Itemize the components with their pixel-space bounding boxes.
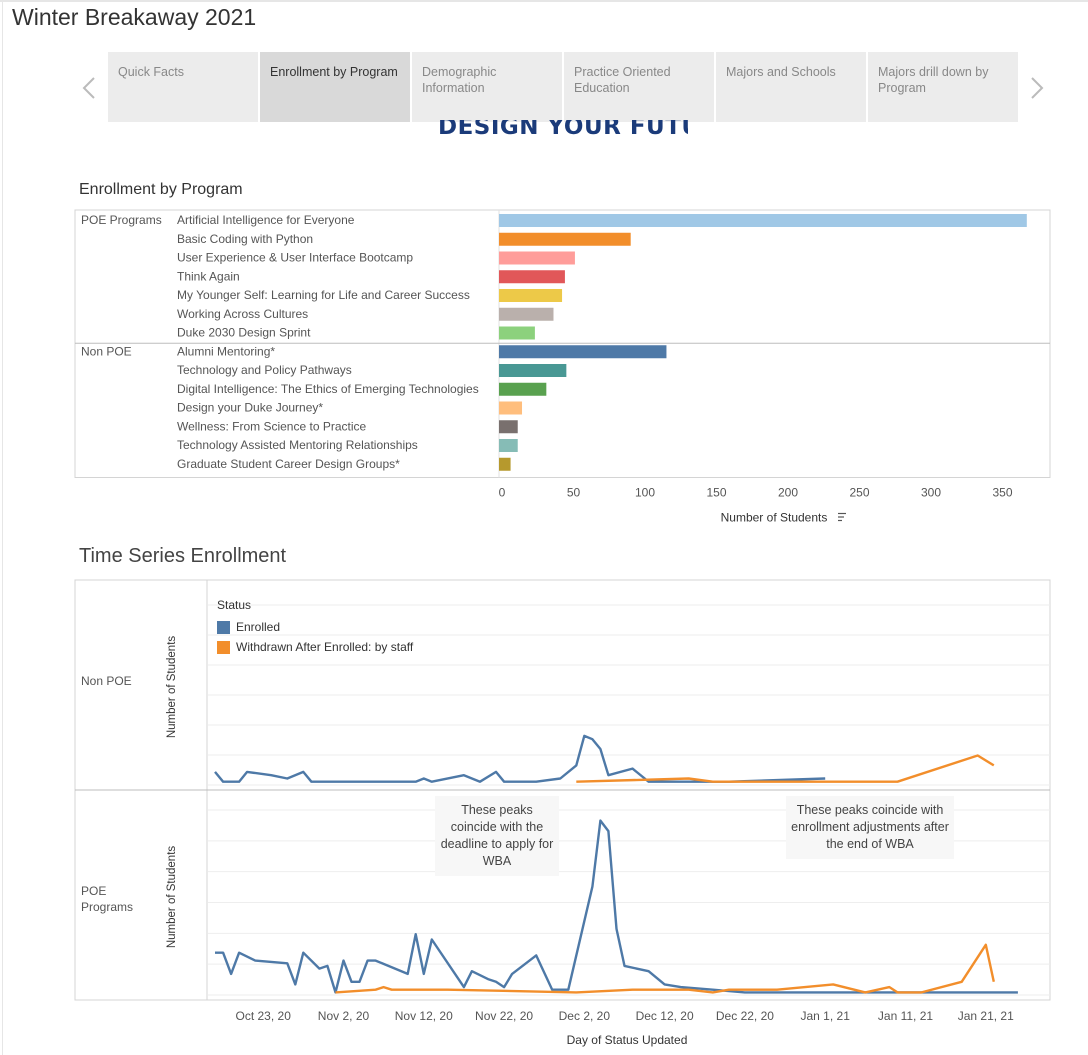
x-axis-label: Day of Status Updated: [567, 1033, 688, 1047]
x-tick-label: 150: [706, 486, 726, 500]
legend-label: Withdrawn After Enrolled: by staff: [236, 640, 414, 654]
dashboard-title: Winter Breakaway 2021: [12, 4, 257, 30]
x-tick-label: 0: [499, 486, 506, 500]
chevron-right-icon: [1031, 77, 1044, 99]
status-legend: Status Enrolled Withdrawn After Enrolled…: [217, 598, 413, 657]
bar: [499, 439, 518, 452]
sort-icon: [838, 512, 846, 522]
tab-majors-and-schools[interactable]: Majors and Schools: [716, 52, 866, 122]
tab-label: Majors and Schools: [726, 65, 836, 79]
x-tick-label: Jan 21, 21: [958, 1009, 1014, 1023]
tab-label: Quick Facts: [118, 65, 184, 79]
bar: [499, 364, 567, 377]
tab-label: Practice Oriented Education: [574, 65, 671, 95]
bar: [499, 457, 511, 471]
category-label: Technology Assisted Mentoring Relationsh…: [177, 438, 418, 452]
design-your-future-banner: DESIGN YOUR FUTURE: [438, 120, 688, 148]
withdrawn-line: [576, 754, 995, 783]
enrollment-section-title: Enrollment by Program: [79, 181, 243, 198]
category-label: Technology and Policy Pathways: [177, 363, 352, 377]
bar: [499, 214, 1027, 227]
tab-quick-facts[interactable]: Quick Facts: [108, 52, 258, 122]
tab-enrollment-by-program[interactable]: Enrollment by Program: [260, 52, 410, 122]
panel-label: Non POE: [81, 674, 132, 688]
x-tick-label: 250: [849, 486, 869, 500]
x-tick-label: 100: [635, 486, 655, 500]
x-tick-label: Jan 1, 21: [801, 1009, 851, 1023]
tab-majors-drill-down[interactable]: Majors drill down by Program: [868, 52, 1018, 122]
y-axis-label: Number of Students: [166, 846, 178, 949]
bar: [499, 382, 547, 396]
legend-label: Enrolled: [236, 620, 281, 634]
enrolled-line: [214, 734, 826, 783]
x-tick-label: Dec 12, 20: [636, 1009, 694, 1023]
y-axis-label: Number of Students: [166, 636, 178, 739]
next-story-button[interactable]: [1024, 74, 1048, 102]
legend-swatch-enrolled: [217, 620, 230, 634]
banner-text: DESIGN YOUR FUTURE: [438, 120, 688, 140]
x-tick-label: Dec 22, 20: [716, 1009, 774, 1023]
legend-item-withdrawn[interactable]: Withdrawn After Enrolled: by staff: [217, 637, 413, 657]
category-label: Wellness: From Science to Practice: [177, 419, 367, 433]
legend-item-enrolled[interactable]: Enrolled: [217, 617, 413, 637]
story-navigator: Quick Facts Enrollment by Program Demogr…: [78, 52, 1064, 122]
legend-swatch-withdrawn: [217, 640, 230, 654]
prev-story-button[interactable]: [78, 74, 102, 102]
bar: [499, 270, 565, 284]
x-tick-label: 200: [778, 486, 798, 500]
category-label: Working Across Cultures: [177, 307, 308, 321]
tab-label: Demographic Information: [422, 65, 497, 95]
category-label: Artificial Intelligence for Everyone: [177, 213, 355, 227]
category-label: Think Again: [177, 269, 240, 283]
tab-practice-oriented-education[interactable]: Practice Oriented Education: [564, 52, 714, 122]
x-tick-label: Oct 23, 20: [236, 1009, 292, 1023]
bar: [499, 401, 523, 415]
x-tick-label: 50: [567, 486, 581, 500]
bar: [499, 289, 563, 302]
category-label: Duke 2030 Design Sprint: [177, 326, 311, 340]
tab-label: Majors drill down by Program: [878, 65, 989, 95]
x-tick-label: Nov 2, 20: [318, 1009, 370, 1023]
x-tick-label: Dec 2, 20: [559, 1009, 611, 1023]
enrollment-bar-chart: POE Programs Artificial Intelligence for …: [74, 209, 1051, 525]
annotation-deadline: These peaks coincide with the deadline t…: [435, 796, 559, 876]
bar: [499, 232, 631, 246]
x-axis-label: Number of Students: [721, 511, 828, 525]
category-label: Alumni Mentoring*: [177, 344, 275, 358]
x-tick-label: Nov 12, 20: [395, 1009, 453, 1023]
bar: [499, 326, 535, 340]
category-label: My Younger Self: Learning for Life and C…: [177, 288, 470, 302]
category-label: Digital Intelligence: The Ethics of Emer…: [177, 382, 479, 396]
bar: [499, 251, 575, 265]
bar: [499, 420, 518, 434]
category-label: Basic Coding with Python: [177, 232, 313, 246]
bar: [499, 307, 554, 321]
category-label: User Experience & User Interface Bootcam…: [177, 251, 413, 265]
category-label: Design your Duke Journey*: [177, 401, 323, 415]
tab-label: Enrollment by Program: [270, 65, 398, 79]
legend-title: Status: [217, 598, 252, 612]
category-label: Graduate Student Career Design Groups*: [177, 457, 400, 471]
tab-demographic-information[interactable]: Demographic Information: [412, 52, 562, 122]
chevron-left-icon: [82, 77, 95, 99]
x-tick-label: Nov 22, 20: [475, 1009, 533, 1023]
x-tick-label: 350: [992, 486, 1012, 500]
group-label: POE Programs: [81, 213, 162, 227]
annotation-adjustments: These peaks coincide with enrollment adj…: [786, 796, 954, 859]
x-tick-label: Jan 11, 21: [878, 1009, 933, 1023]
bar: [499, 345, 667, 359]
timeseries-section-title: Time Series Enrollment: [79, 545, 287, 567]
panel-label: POE Programs: [81, 884, 133, 914]
x-tick-label: 300: [921, 486, 941, 500]
group-label: Non POE: [81, 344, 132, 358]
